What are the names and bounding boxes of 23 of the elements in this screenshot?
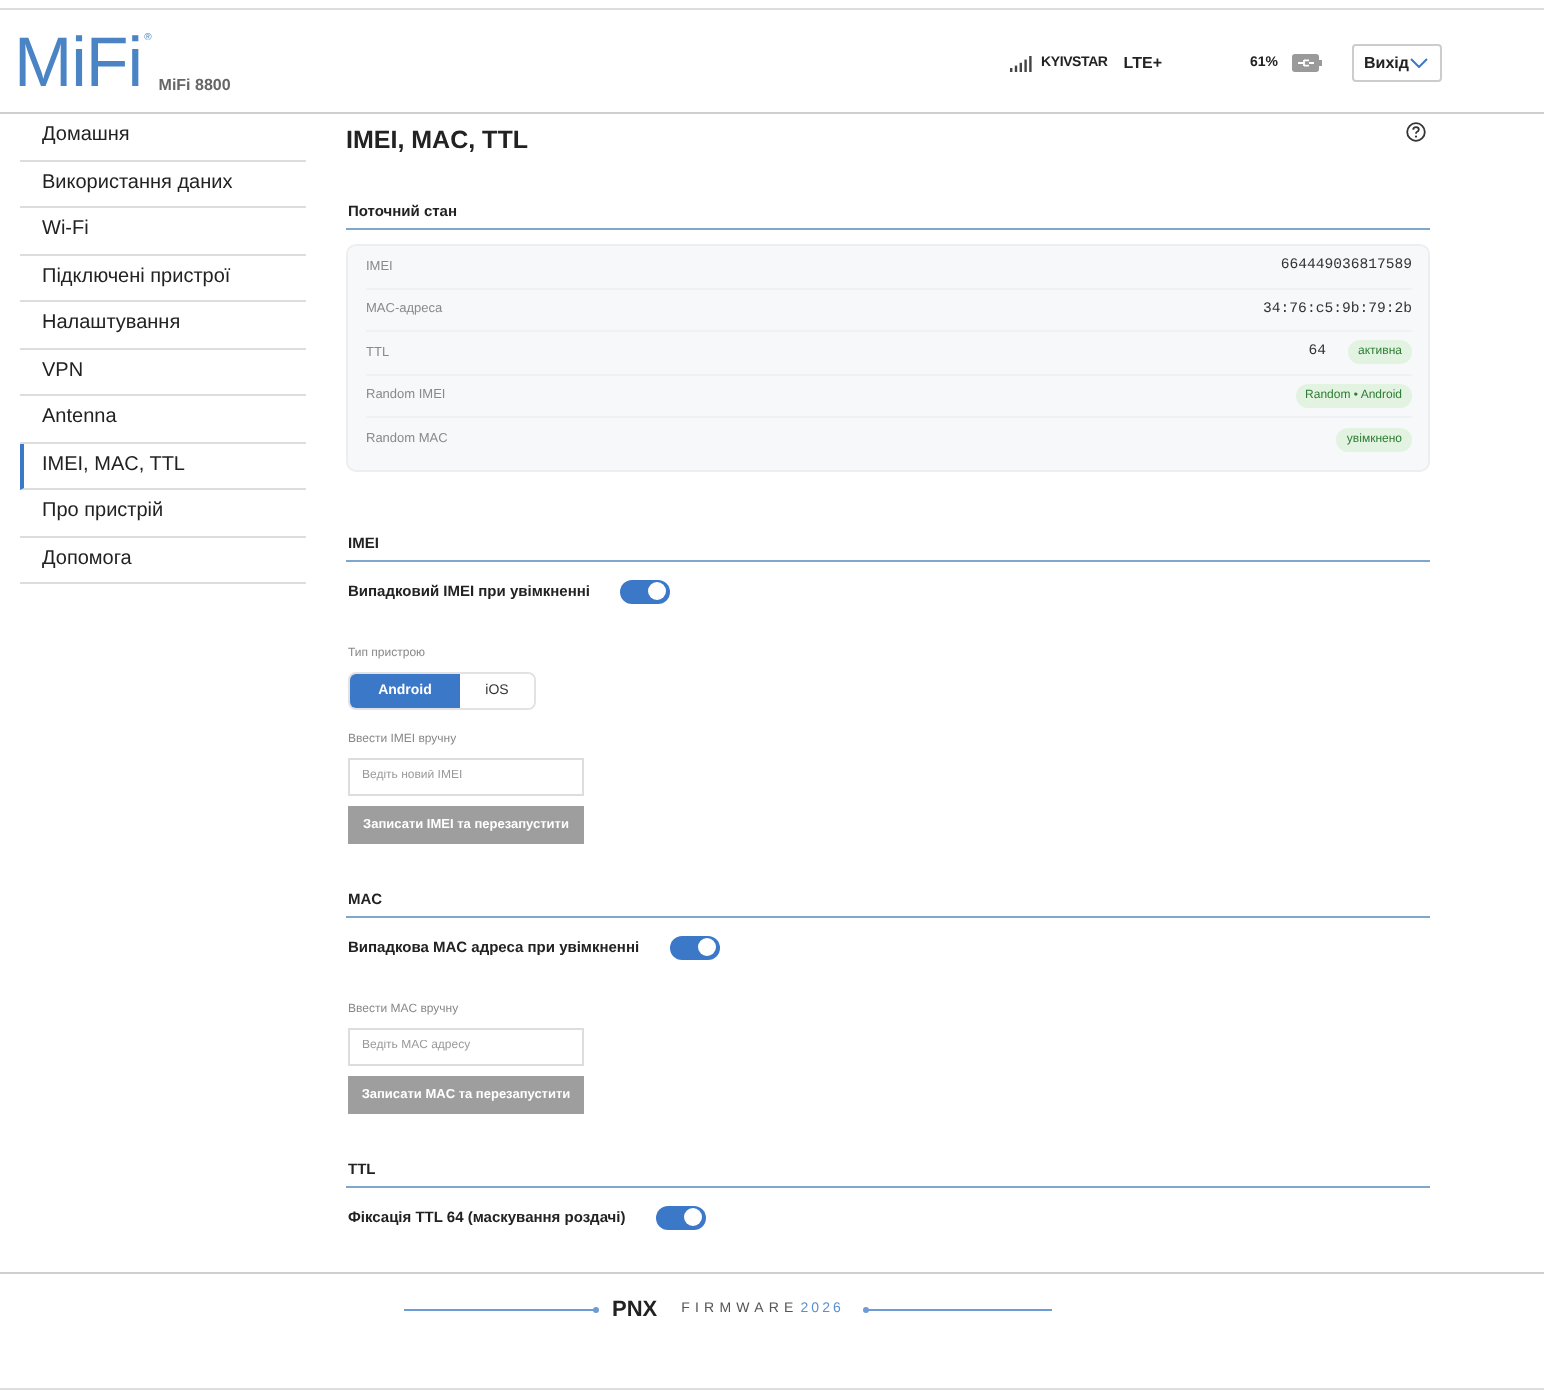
sidebar-item[interactable]: Домашня	[20, 114, 306, 161]
network-type: LTE+	[1123, 54, 1162, 72]
page-title: IMEI, MAC, TTL	[346, 124, 528, 158]
sidebar-item[interactable]: IMEI, MAC, TTL	[20, 443, 306, 490]
logout-button[interactable]: Вихід	[1352, 44, 1442, 82]
chevron-down-icon	[1410, 58, 1428, 68]
sidebar-item[interactable]: Підключені пристрої	[20, 255, 306, 302]
sidebar-item[interactable]: Налаштування	[20, 302, 306, 349]
sidebar-item[interactable]: Використання даних	[20, 161, 306, 208]
signal-icon	[1009, 55, 1032, 71]
footer-brand: PNX	[612, 1297, 658, 1321]
sidebar-item[interactable]: VPN	[20, 349, 306, 396]
sidebar-item[interactable]: Про пристрій	[20, 490, 306, 537]
help-icon[interactable]	[1406, 122, 1426, 142]
battery-icon	[1292, 54, 1322, 72]
sidebar-item[interactable]: Antenna	[20, 396, 306, 443]
sidebar-item[interactable]: Wi-Fi	[20, 208, 306, 255]
sidebar-item[interactable]: Допомога	[20, 537, 306, 584]
toggle-switch[interactable]	[655, 1205, 706, 1229]
toggle-switch[interactable]	[619, 579, 670, 603]
model-name: MiFi 8800	[158, 75, 231, 93]
toggle-switch[interactable]	[669, 935, 720, 959]
logo: MiFi$^{®}$	[14, 27, 151, 99]
